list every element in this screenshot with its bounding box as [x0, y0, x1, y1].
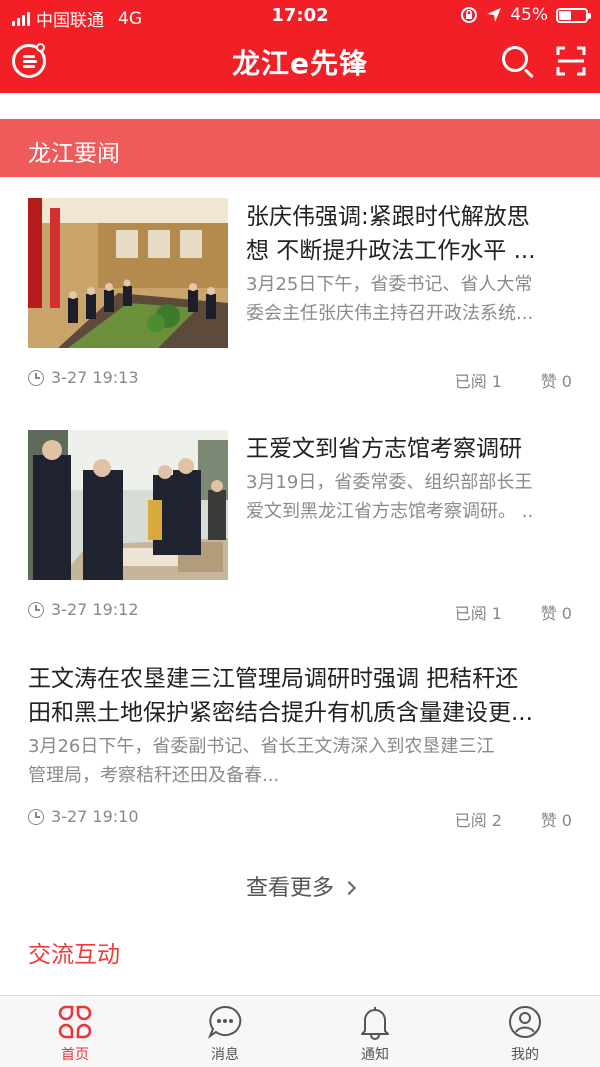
tab-label: 消息 [211, 1047, 239, 1063]
news-thumbnail [28, 198, 228, 348]
search-icon [502, 46, 528, 72]
home-grid-icon [58, 1005, 92, 1039]
tab-home[interactable]: 首页 [0, 996, 150, 1067]
search-button[interactable] [500, 44, 536, 80]
news-summary-line: 3月19日，省委常委、组织部部长王 [246, 472, 533, 493]
tab-label: 我的 [511, 1047, 539, 1063]
search-icon-handle [523, 68, 534, 79]
news-meta: 3-27 19:10 已阅 2 赞 0 [28, 807, 572, 831]
news-meta: 3-27 19:12 已阅 1 赞 0 [28, 600, 572, 624]
news-meta: 3-27 19:13 已阅 1 赞 0 [28, 368, 572, 392]
bell-icon [361, 1007, 389, 1040]
news-title: 张庆伟强调:紧跟时代解放思 想 不断提升政法工作水平 ... [246, 200, 586, 268]
scan-icon [556, 46, 586, 76]
news-summary-line: 3月26日下午，省委副书记、省长王文涛深入到农垦建三江 [28, 736, 495, 757]
section-header-interaction[interactable]: 交流互动 [28, 935, 120, 969]
clock-icon [28, 809, 44, 825]
news-summary: 3月19日，省委常委、组织部部长王 爱文到黑龙江省方志馆考察调研。 .. [246, 468, 586, 526]
battery-fill [559, 10, 571, 20]
status-right: 45% [460, 5, 591, 25]
view-more-label: 查看更多 [245, 876, 334, 901]
news-summary: 3月25日下午，省委书记、省人大常 委会主任张庆伟主持召开政法系统... [246, 270, 586, 328]
like-count[interactable]: 赞 0 [541, 600, 572, 624]
news-title-line: 张庆伟强调:紧跟时代解放思 [246, 204, 530, 230]
news-title-line: 王文涛在农垦建三江管理局调研时强调 把秸秆还 [28, 666, 519, 692]
news-time: 3-27 19:10 [51, 807, 139, 826]
news-item[interactable]: 王爱文到省方志馆考察调研 3月19日，省委常委、组织部部长王 爱文到黑龙江省方志… [0, 430, 600, 630]
tab-messages[interactable]: 消息 [150, 996, 300, 1067]
news-title: 王爱文到省方志馆考察调研 [246, 432, 586, 466]
like-count[interactable]: 赞 0 [541, 368, 572, 392]
read-count: 已阅 2 [454, 811, 502, 830]
clock-icon [28, 602, 44, 618]
orientation-lock-icon [461, 7, 478, 23]
news-summary-line: 管理局，考察秸秆还田及备春... [28, 765, 280, 786]
battery-percent: 45% [510, 5, 548, 25]
news-time: 3-27 19:12 [51, 600, 139, 619]
battery-icon [556, 7, 591, 23]
tab-profile[interactable]: 我的 [450, 996, 600, 1067]
tab-notifications[interactable]: 通知 [300, 996, 450, 1067]
view-more-button[interactable]: 查看更多 [0, 870, 600, 902]
news-summary: 3月26日下午，省委副书记、省长王文涛深入到农垦建三江 管理局，考察秸秆还田及备… [28, 732, 578, 790]
news-title-line: 王爱文到省方志馆考察调研 [246, 436, 522, 462]
like-count[interactable]: 赞 0 [541, 807, 572, 831]
news-item[interactable]: 张庆伟强调:紧跟时代解放思 想 不断提升政法工作水平 ... 3月25日下午，省… [0, 198, 600, 398]
news-title: 王文涛在农垦建三江管理局调研时强调 把秸秆还 田和黑土地保护紧密结合提升有机质含… [28, 662, 578, 730]
clock-icon [28, 370, 44, 386]
news-summary-line: 爱文到黑龙江省方志馆考察调研。 .. [246, 501, 534, 522]
chat-bubble-icon [207, 1005, 242, 1039]
location-arrow-icon [487, 8, 502, 22]
news-summary-line: 委会主任张庆伟主持召开政法系统... [246, 303, 534, 324]
user-icon [509, 1006, 541, 1038]
bottom-tab-bar: 首页 消息 通知 我的 [0, 995, 600, 1067]
read-count: 已阅 1 [454, 372, 502, 391]
news-time: 3-27 19:13 [51, 368, 139, 387]
section-header-news[interactable]: 龙江要闻 [0, 119, 600, 177]
top-bar: 中国联通 4G 17:02 45% 龙江e先锋 [0, 0, 600, 93]
app-header: 龙江e先锋 [0, 32, 600, 93]
news-title-line: 田和黑土地保护紧密结合提升有机质含量建设更... [28, 700, 533, 726]
chevron-right-icon [341, 880, 357, 896]
news-thumbnail [28, 430, 228, 580]
read-count: 已阅 1 [454, 604, 502, 623]
news-title-line: 想 不断提升政法工作水平 ... [246, 238, 536, 264]
news-summary-line: 3月25日下午，省委书记、省人大常 [246, 274, 533, 295]
status-bar: 中国联通 4G 17:02 45% [0, 0, 600, 32]
scan-button[interactable] [556, 46, 586, 76]
tab-label: 通知 [361, 1047, 389, 1063]
tab-label: 首页 [61, 1047, 89, 1063]
news-item[interactable]: 王文涛在农垦建三江管理局调研时强调 把秸秆还 田和黑土地保护紧密结合提升有机质含… [0, 662, 600, 832]
